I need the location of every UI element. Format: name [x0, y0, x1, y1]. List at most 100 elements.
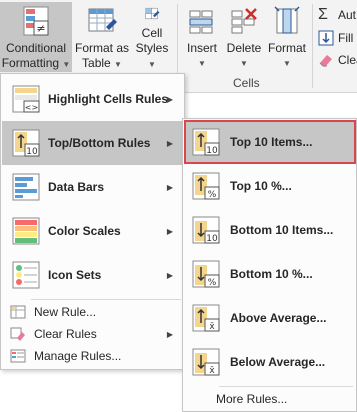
menu-item-clear-rules[interactable]: Clear Rules ▶ [2, 323, 183, 345]
color-scales-icon [12, 217, 40, 245]
menu-item-data-bars[interactable]: Data Bars ▶ [2, 165, 183, 209]
delete-cells-button[interactable]: Delete ▼ [223, 2, 265, 72]
menu-item-icon-sets[interactable]: Icon Sets ▶ [2, 253, 183, 297]
menu-item-color-scales[interactable]: Color Scales ▶ [2, 209, 183, 253]
submenu-item-label: Bottom 10 %... [230, 267, 313, 281]
chevron-down-icon: ▼ [148, 60, 156, 69]
format-cells-button[interactable]: Format ▼ [265, 2, 309, 72]
svg-text:10: 10 [26, 147, 38, 157]
menu-item-label: Manage Rules... [34, 349, 122, 363]
chevron-right-icon: ▶ [166, 94, 173, 104]
clear-rules-icon [10, 327, 25, 341]
svg-text:<>: <> [25, 103, 38, 112]
bottom-10-percent-icon: % [192, 260, 220, 288]
menu-item-label: Highlight Cells Rules [48, 92, 169, 106]
autosum-button[interactable]: Σ Aut [318, 5, 356, 25]
delete-label: Delete [226, 41, 262, 55]
menu-item-manage-rules[interactable]: Manage Rules... [2, 345, 183, 367]
format-as-table-button[interactable]: Format as Table ▼ [73, 2, 131, 72]
format-as-table-label-1: Format as [74, 41, 129, 55]
conditional-formatting-button[interactable]: ≠ Conditional Formatting ▼ [0, 2, 72, 72]
menu-item-top-bottom-rules[interactable]: 10 Top/Bottom Rules ▶ [2, 121, 183, 165]
submenu-item-top-10-items[interactable]: 10 Top 10 Items... [184, 120, 356, 164]
conditional-formatting-label-1: Conditional [5, 41, 67, 55]
conditional-formatting-menu: <> Highlight Cells Rules ▶ 10 Top/Bottom… [0, 73, 185, 370]
submenu-item-label: Bottom 10 Items... [230, 223, 334, 237]
highlight-cells-rules-icon: <> [12, 85, 40, 113]
insert-cells-button[interactable]: Insert ▼ [181, 2, 223, 72]
chevron-down-icon: ▼ [114, 60, 122, 69]
clear-button[interactable]: Clea [318, 50, 357, 70]
manage-rules-icon [10, 349, 26, 363]
cell-styles-label-1: Cell [141, 26, 163, 40]
submenu-item-above-average[interactable]: x̄ Above Average... [184, 296, 356, 340]
insert-label: Insert [186, 41, 217, 55]
insert-cells-icon [189, 10, 213, 34]
top-10-items-icon: 10 [192, 128, 220, 156]
above-average-icon: x̄ [192, 304, 220, 332]
submenu-item-bottom-10-percent[interactable]: % Bottom 10 %... [184, 252, 356, 296]
submenu-item-more-rules[interactable]: More Rules... [184, 388, 356, 410]
bottom-10-items-icon: 10 [192, 216, 220, 244]
submenu-item-label: Top 10 %... [230, 179, 292, 193]
chevron-right-icon: ▶ [166, 138, 173, 148]
menu-item-label: Data Bars [48, 180, 105, 194]
conditional-formatting-icon: ≠ [23, 6, 49, 36]
below-average-icon: x̄ [192, 348, 220, 376]
chevron-right-icon: ▶ [166, 226, 173, 236]
clear-icon [319, 55, 332, 67]
chevron-right-icon: ▶ [166, 182, 173, 192]
submenu-item-below-average[interactable]: x̄ Below Average... [184, 340, 356, 384]
fill-label: Fill [338, 31, 354, 45]
delete-cells-icon [231, 8, 257, 34]
menu-item-label: Top/Bottom Rules [48, 136, 151, 150]
icon-sets-icon [12, 261, 40, 289]
menu-item-highlight-cells-rules[interactable]: <> Highlight Cells Rules ▶ [2, 77, 183, 121]
format-label: Format [267, 41, 306, 55]
svg-text:%: % [208, 190, 217, 200]
svg-text:%: % [208, 278, 217, 288]
submenu-item-label: Above Average... [230, 311, 327, 325]
submenu-item-bottom-10-items[interactable]: 10 Bottom 10 Items... [184, 208, 356, 252]
svg-text:≠: ≠ [36, 22, 45, 35]
conditional-formatting-label-2: Formatting ▼ [1, 56, 71, 70]
menu-item-new-rule[interactable]: New Rule... [2, 301, 183, 323]
submenu-item-label: Below Average... [230, 355, 326, 369]
submenu-separator [219, 386, 353, 387]
clear-label: Clea [338, 53, 357, 67]
svg-text:x̄: x̄ [209, 322, 215, 332]
autosum-label: Aut [338, 8, 357, 22]
svg-text:10: 10 [206, 146, 218, 156]
svg-text:x̄: x̄ [209, 366, 215, 376]
menu-item-label: Color Scales [48, 224, 121, 238]
group-separator [312, 4, 313, 88]
more-rules-label: More Rules... [216, 392, 288, 406]
chevron-down-icon: ▼ [62, 60, 71, 69]
autosum-icon: Σ [318, 6, 328, 23]
chevron-down-icon: ▼ [240, 59, 248, 68]
cell-styles-label-2: Styles ▼ [135, 41, 169, 69]
submenu-item-label: Top 10 Items... [230, 135, 313, 149]
format-cells-icon [274, 6, 300, 34]
menu-item-label: New Rule... [34, 305, 97, 319]
data-bars-icon [12, 173, 40, 201]
menu-separator [31, 299, 181, 300]
chevron-down-icon: ▼ [283, 59, 291, 68]
fill-icon [318, 30, 334, 46]
chevron-right-icon: ▶ [166, 329, 173, 339]
format-as-table-icon [88, 8, 117, 32]
cell-styles-icon [145, 7, 160, 20]
fill-button[interactable]: Fill [318, 28, 353, 48]
chevron-right-icon: ▶ [166, 270, 173, 280]
new-rule-icon [10, 305, 26, 319]
format-as-table-label-2: Table ▼ [82, 56, 122, 70]
menu-item-label: Icon Sets [48, 268, 102, 282]
menu-item-label: Clear Rules [34, 327, 97, 341]
cell-styles-button[interactable]: Cell Styles ▼ [131, 2, 173, 72]
top-bottom-rules-icon: 10 [12, 129, 40, 157]
top-bottom-rules-submenu: 10 Top 10 Items... % Top 10 %... 10 Bott… [182, 118, 357, 412]
top-10-percent-icon: % [192, 172, 220, 200]
chevron-down-icon: ▼ [198, 59, 206, 68]
submenu-item-top-10-percent[interactable]: % Top 10 %... [184, 164, 356, 208]
cells-group-label: Cells [233, 76, 260, 90]
